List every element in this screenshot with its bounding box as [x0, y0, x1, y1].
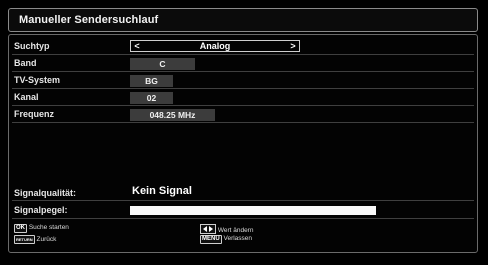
row-divider	[12, 88, 474, 89]
signal-quality-value: Kein Signal	[132, 185, 192, 197]
main-panel	[8, 34, 478, 253]
suchtyp-selector[interactable]: < Analog >	[130, 40, 300, 52]
left-right-keys-icon[interactable]	[200, 224, 216, 234]
signal-level-label: Signalpegel:	[14, 205, 68, 215]
row-divider	[12, 200, 474, 201]
row-divider	[12, 122, 474, 123]
row-divider	[12, 54, 474, 55]
menu-hint-text: Verlassen	[223, 235, 253, 242]
row-divider	[12, 105, 474, 106]
kanal-label: Kanal	[14, 92, 39, 102]
title-bar: Manueller Sendersuchlauf	[8, 8, 478, 32]
tv-system-value[interactable]: BG	[130, 75, 173, 87]
kanal-value[interactable]: 02	[130, 92, 173, 104]
signal-quality-label: Signalqualität:	[14, 188, 77, 198]
ok-key-icon[interactable]: OK	[14, 224, 27, 233]
suchtyp-label: Suchtyp	[14, 41, 50, 51]
ok-hint-text: Suche starten	[28, 224, 69, 231]
nav-hint-text: Wert ändern	[217, 227, 254, 234]
right-triangle-icon	[209, 226, 213, 232]
footer-menu-hint: MENU Verlassen	[200, 235, 252, 244]
signal-level-meter	[130, 206, 376, 215]
footer-return-hint: RETURN Zurück	[14, 235, 56, 244]
tv-system-label: TV-System	[14, 75, 61, 85]
row-divider	[12, 218, 474, 219]
page-title: Manueller Sendersuchlauf	[19, 14, 159, 26]
band-label: Band	[14, 58, 37, 68]
menu-key-icon[interactable]: MENU	[200, 235, 222, 244]
left-triangle-icon	[203, 226, 207, 232]
row-divider	[12, 71, 474, 72]
suchtyp-value: Analog	[199, 41, 231, 51]
frequenz-value[interactable]: 048.25 MHz	[130, 109, 215, 121]
band-value[interactable]: C	[130, 58, 195, 70]
footer-nav-hint: Wert ändern	[200, 224, 253, 234]
footer-ok-hint: OK Suche starten	[14, 224, 69, 233]
return-key-icon[interactable]: RETURN	[14, 235, 35, 244]
frequenz-label: Frequenz	[14, 109, 55, 119]
return-hint-text: Zurück	[36, 236, 57, 243]
arrow-right-icon[interactable]: >	[288, 41, 298, 51]
